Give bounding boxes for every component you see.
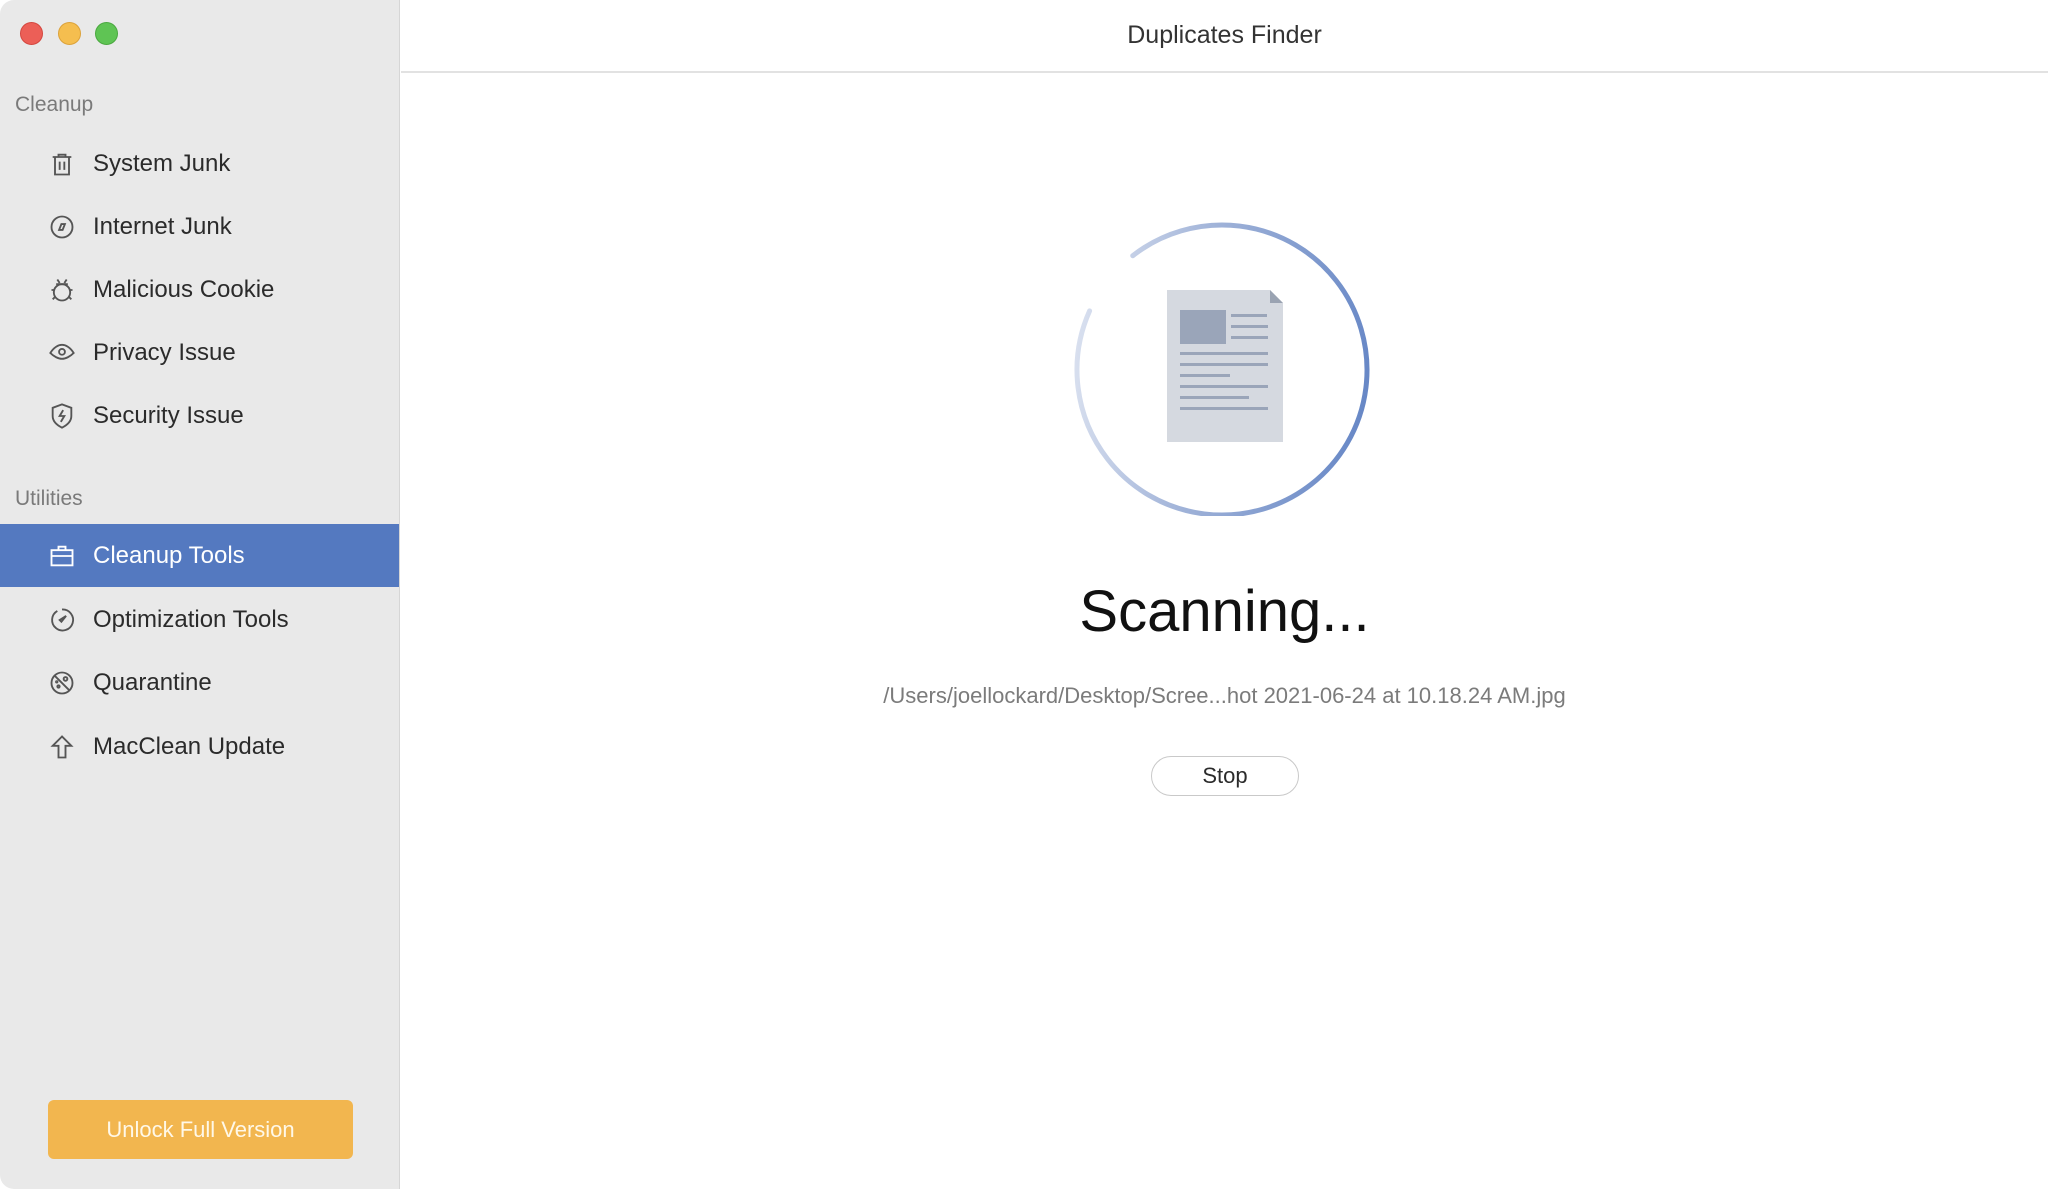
sidebar-item-label: Malicious Cookie: [93, 275, 275, 303]
section-label-cleanup: Cleanup: [15, 93, 94, 116]
window-zoom-button[interactable]: [95, 22, 118, 45]
arrow-up-icon: [48, 733, 76, 761]
document-icon: [1167, 290, 1283, 442]
sidebar-item-cleanup-tools[interactable]: Cleanup Tools: [0, 524, 399, 587]
sidebar-item-privacy-issue[interactable]: Privacy Issue: [0, 321, 399, 384]
sidebar-item-optimization-tools[interactable]: Optimization Tools: [0, 588, 399, 651]
window-close-button[interactable]: [20, 22, 43, 45]
sidebar-item-label: Cleanup Tools: [93, 541, 245, 569]
sidebar: Cleanup System Junk Internet Junk Malici…: [0, 0, 400, 1189]
title-bar: Duplicates Finder: [401, 0, 2048, 73]
sidebar-item-label: Privacy Issue: [93, 338, 236, 366]
sidebar-item-quarantine[interactable]: Quarantine: [0, 651, 399, 714]
sidebar-item-label: MacClean Update: [93, 732, 286, 760]
sidebar-item-label: Internet Junk: [93, 212, 232, 240]
sidebar-item-label: Security Issue: [93, 401, 244, 429]
sidebar-item-label: Optimization Tools: [93, 605, 289, 633]
toolbox-icon: [48, 542, 76, 570]
trash-icon: [48, 150, 76, 178]
unlock-full-version-button[interactable]: Unlock Full Version: [48, 1100, 353, 1159]
current-scan-path: /Users/joellockard/Desktop/Scree...hot 2…: [883, 683, 1566, 708]
window-title: Duplicates Finder: [1127, 21, 1322, 49]
stop-button[interactable]: Stop: [1151, 756, 1299, 796]
scan-status: Scanning...: [1079, 579, 1370, 644]
compass-icon: [48, 213, 76, 241]
eye-icon: [48, 339, 76, 367]
sidebar-item-internet-junk[interactable]: Internet Junk: [0, 195, 399, 258]
sidebar-item-system-junk[interactable]: System Junk: [0, 132, 399, 195]
app-window: Cleanup System Junk Internet Junk Malici…: [0, 0, 2048, 1189]
main-panel: Duplicates Finder Scanning... /Users/joe…: [401, 0, 2048, 1189]
shield-bolt-icon: [48, 402, 76, 430]
section-label-utilities: Utilities: [15, 487, 83, 510]
quarantine-icon: [48, 669, 76, 697]
sidebar-item-macclean-update[interactable]: MacClean Update: [0, 715, 399, 778]
sidebar-item-malicious-cookie[interactable]: Malicious Cookie: [0, 258, 399, 321]
sidebar-item-label: System Junk: [93, 149, 231, 177]
sidebar-item-security-issue[interactable]: Security Issue: [0, 384, 399, 447]
gauge-icon: [48, 606, 76, 634]
bug-icon: [48, 276, 76, 304]
sidebar-item-label: Quarantine: [93, 668, 212, 696]
window-minimize-button[interactable]: [58, 22, 81, 45]
